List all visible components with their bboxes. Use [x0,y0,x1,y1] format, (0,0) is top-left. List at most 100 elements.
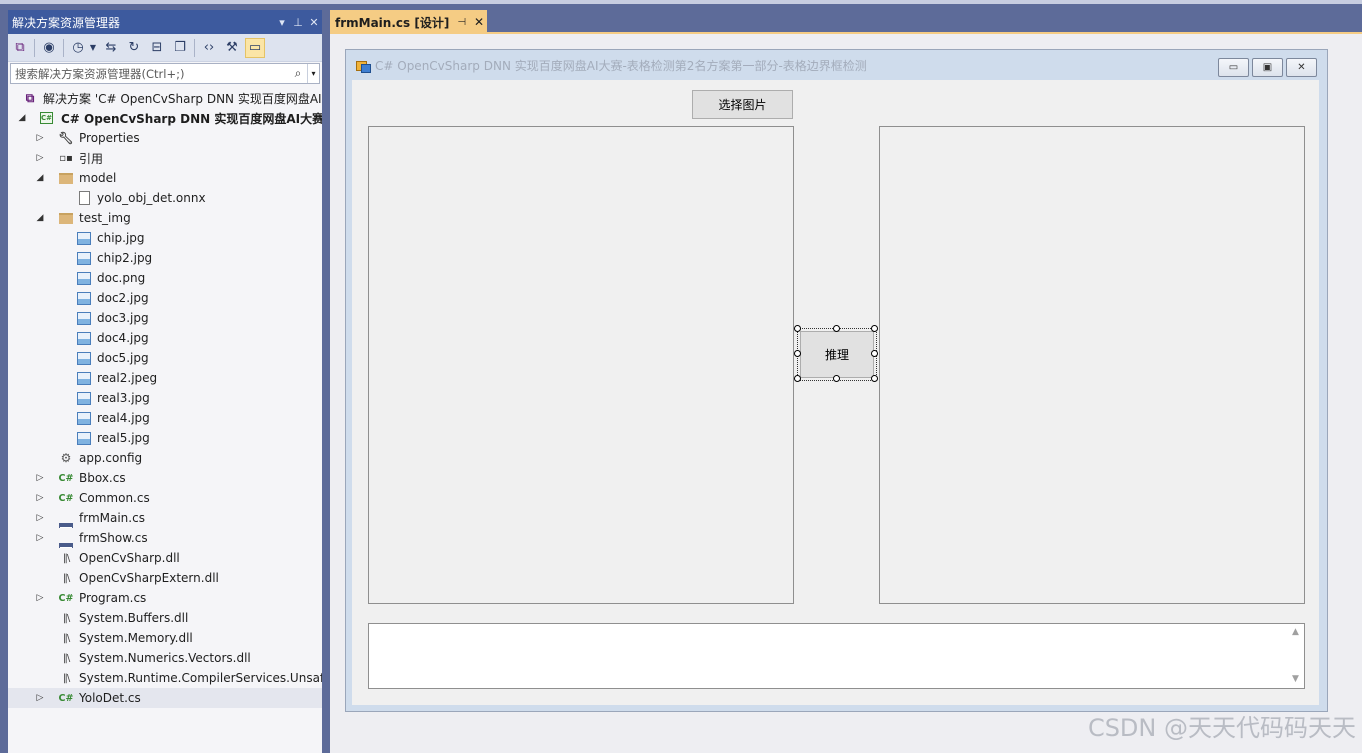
top-strip [0,0,1362,4]
chevron-down-icon[interactable]: ▼ [88,38,98,58]
preview-icon[interactable]: ▭ [245,37,265,58]
tree-item[interactable]: ‖\ OpenCvSharpExtern.dll [8,568,322,588]
resize-handle[interactable] [871,375,878,382]
tree-item[interactable]: ◢ test_img [8,208,322,228]
result-picture-box[interactable] [879,126,1305,604]
textbox-scrollbar[interactable]: ▲ ▼ [1287,624,1304,688]
designer-surface: C# OpenCvSharp DNN 实现百度网盘AI大赛-表格检测第2名方案第… [330,34,1362,753]
close-button[interactable]: ✕ [1286,58,1317,77]
collapsed-arrow-icon[interactable]: ▷ [35,513,45,523]
dll-reference-icon: ‖\ [62,572,70,584]
tree-item[interactable]: ‖\ System.Runtime.CompilerServices.Unsaf… [8,668,322,688]
tree-item[interactable]: real5.jpg [8,428,322,448]
tree-item[interactable]: ▷ frmMain.cs [8,508,322,528]
collapsed-arrow-icon[interactable]: ▷ [35,533,45,543]
resize-handle[interactable] [794,350,801,357]
dll-reference-icon: ‖\ [62,672,70,684]
solution-explorer-search[interactable]: ⌕ ▾ [10,63,320,84]
collapsed-arrow-icon[interactable]: ▷ [35,693,45,703]
pin-icon[interactable]: ⊥ [290,16,306,29]
collapsed-arrow-icon[interactable]: ▷ [35,493,45,503]
dropdown-icon[interactable]: ▾ [274,16,290,29]
collapsed-arrow-icon[interactable]: ▷ [35,153,45,163]
resize-handle[interactable] [871,350,878,357]
image-file-icon [77,431,91,445]
tree-item-label: System.Runtime.CompilerServices.Unsafe.d… [79,671,322,685]
code-view-icon[interactable]: ‹› [199,38,219,58]
expanded-arrow-icon[interactable]: ◢ [35,173,45,183]
tree-item-solution[interactable]: ⧉ 解决方案 'C# OpenCvSharp DNN 实现百度网盘AI大赛-表格… [8,88,322,108]
form-window[interactable]: C# OpenCvSharp DNN 实现百度网盘AI大赛-表格检测第2名方案第… [345,49,1328,712]
collapsed-arrow-icon[interactable]: ▷ [35,133,45,143]
document-tab-bar: frmMain.cs [设计] ⊣ ✕ [330,10,1362,34]
search-options-icon[interactable]: ▾ [307,64,319,83]
toolbar-divider [194,38,195,57]
resize-handle[interactable] [833,375,840,382]
tree-item-label: OpenCvSharpExtern.dll [79,571,219,585]
tab-label: frmMain.cs [设计] [335,15,450,30]
tree-item-selected[interactable]: ▷ C# YoloDet.cs [8,688,322,708]
csharp-file-icon: C# [58,492,74,504]
tree-item[interactable]: ‖\ System.Buffers.dll [8,608,322,628]
tree-item[interactable]: chip2.jpg [8,248,322,268]
tree-item[interactable]: yolo_obj_det.onnx [8,188,322,208]
resize-handle[interactable] [871,325,878,332]
close-icon[interactable]: ✕ [474,15,484,29]
tree-item-label: YoloDet.cs [79,691,141,705]
tree-item-label: real3.jpg [97,391,150,405]
tree-item[interactable]: ‖\ System.Memory.dll [8,628,322,648]
expanded-arrow-icon[interactable]: ◢ [35,213,45,223]
sync-icon[interactable]: ⇆ [101,38,121,58]
search-input[interactable] [11,64,289,83]
tree-item-label: doc4.jpg [97,331,149,345]
tree-item[interactable]: chip.jpg [8,228,322,248]
scroll-down-icon[interactable]: ▼ [1287,671,1304,688]
minimize-button[interactable]: ▭ [1218,58,1249,77]
tree-item[interactable]: doc4.jpg [8,328,322,348]
tree-item-label: C# OpenCvSharp DNN 实现百度网盘AI大赛-表格检测第2名方案第… [61,111,322,126]
tree-item[interactable]: doc5.jpg [8,348,322,368]
resize-handle[interactable] [833,325,840,332]
vs-switch-views-icon[interactable]: ⧉ [10,38,30,58]
tree-item[interactable]: ▷ ▫▪ 引用 [8,148,322,168]
resize-handle[interactable] [794,375,801,382]
wrench-icon[interactable]: ⚒ [222,38,242,58]
history-icon[interactable]: ◷ [68,38,88,58]
expanded-arrow-icon[interactable]: ◢ [17,113,27,123]
source-picture-box[interactable] [368,126,794,604]
output-textbox[interactable]: ▲ ▼ [368,623,1305,689]
refresh-icon[interactable]: ↻ [124,38,144,58]
collapsed-arrow-icon[interactable]: ▷ [35,593,45,603]
close-icon[interactable]: ✕ [306,16,322,29]
tab-frmmain-design[interactable]: frmMain.cs [设计] ⊣ ✕ [330,10,487,34]
tree-item[interactable]: ⚙ app.config [8,448,322,468]
tree-item[interactable]: ‖\ OpenCvSharp.dll [8,548,322,568]
search-icon[interactable]: ⌕ [289,66,307,81]
tree-item-label: chip2.jpg [97,251,153,265]
collapse-all-icon[interactable]: ⊟ [147,38,167,58]
tree-item[interactable]: doc.png [8,268,322,288]
tree-item[interactable]: ◢ model [8,168,322,188]
copy-icon[interactable]: ❐ [170,38,190,58]
tree-item[interactable]: real2.jpeg [8,368,322,388]
tree-item[interactable]: ▷ 🔧︎ Properties [8,128,322,148]
tree-item[interactable]: doc3.jpg [8,308,322,328]
dll-reference-icon: ‖\ [62,552,70,564]
tree-item-project[interactable]: ◢ C# C# OpenCvSharp DNN 实现百度网盘AI大赛-表格检测第… [8,108,322,128]
select-image-button[interactable]: 选择图片 [692,90,793,119]
maximize-button[interactable]: ▣ [1252,58,1283,77]
csharp-file-icon: C# [58,472,74,484]
tree-item[interactable]: ▷ frmShow.cs [8,528,322,548]
tree-item[interactable]: doc2.jpg [8,288,322,308]
tree-item[interactable]: real3.jpg [8,388,322,408]
tree-item[interactable]: ‖\ System.Numerics.Vectors.dll [8,648,322,668]
tree-item[interactable]: real4.jpg [8,408,322,428]
scroll-up-icon[interactable]: ▲ [1287,624,1304,641]
tree-item[interactable]: ▷ C# Program.cs [8,588,322,608]
pin-icon[interactable]: ⊣ [457,17,466,28]
globe-icon[interactable]: ◉ [39,38,59,58]
tree-item[interactable]: ▷ C# Bbox.cs [8,468,322,488]
tree-item[interactable]: ▷ C# Common.cs [8,488,322,508]
resize-handle[interactable] [794,325,801,332]
collapsed-arrow-icon[interactable]: ▷ [35,473,45,483]
